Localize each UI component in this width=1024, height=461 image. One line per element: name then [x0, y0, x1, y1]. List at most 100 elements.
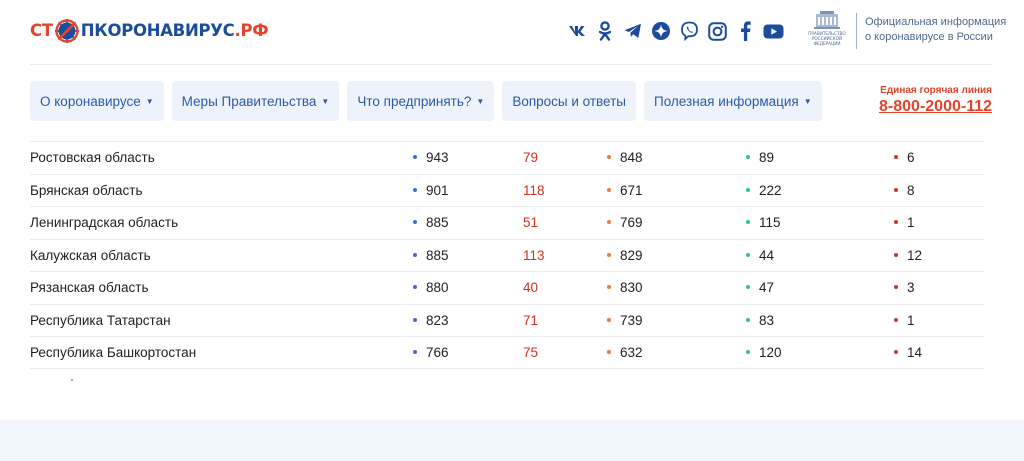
active-cases-dot-icon: [746, 350, 750, 355]
instagram-icon[interactable]: [706, 20, 728, 42]
chevron-down-icon: ▼: [145, 96, 154, 106]
footer-band: [0, 420, 1024, 461]
active-cases-value: 83: [759, 312, 775, 328]
social-links: [566, 20, 784, 42]
nav-item-label: Что предпринять?: [357, 93, 472, 109]
region-name: Калужская область: [30, 247, 151, 263]
active-cases-dot-icon: [746, 155, 750, 160]
svg-text:ФЕДЕРАЦИИ: ФЕДЕРАЦИИ: [813, 41, 840, 46]
nav-item-government-measures[interactable]: Меры Правительства ▼: [171, 81, 340, 121]
chevron-down-icon: ▼: [803, 96, 812, 106]
recovered-cell: 769: [607, 207, 643, 239]
chevron-down-icon: ▼: [476, 96, 485, 106]
active-cases-value: 47: [759, 280, 775, 295]
active-cases-value: 44: [759, 247, 775, 263]
deaths-dot-icon: [894, 317, 898, 322]
vk-icon[interactable]: [566, 20, 588, 42]
recovered-cell: 830: [607, 272, 643, 304]
total-cases-cell: 880: [413, 272, 449, 304]
viber-icon[interactable]: [678, 20, 700, 42]
nav-item-what-to-do[interactable]: Что предпринять? ▼: [347, 81, 495, 121]
site-header: СТ ПКОРОНАВИРУС .РФ ПРАВИТЕЛЬСТВО РОССИЙ…: [0, 0, 1024, 64]
recovered-value: 829: [620, 247, 643, 263]
total-cases-cell: 823: [413, 305, 449, 337]
new-cases-value: 118: [523, 182, 545, 198]
deaths-cell: 6: [894, 142, 915, 174]
recovered-dot-icon: [607, 285, 611, 290]
deaths-cell: 12: [894, 240, 922, 272]
youtube-icon[interactable]: [762, 20, 784, 42]
nav-item-label: Меры Правительства: [181, 93, 317, 109]
recovered-cell: 671: [607, 175, 643, 207]
total-cases-cell: 885: [413, 240, 449, 272]
recovered-dot-icon: [607, 317, 611, 322]
logo-rf-text: .РФ: [234, 21, 269, 40]
active-cases-cell: 83: [746, 305, 774, 337]
active-cases-dot-icon: [746, 285, 750, 290]
active-cases-cell: 222: [746, 175, 782, 207]
new-cases-value: 113: [523, 247, 545, 263]
deaths-value: 1: [907, 312, 915, 328]
recovered-dot-icon: [607, 350, 611, 355]
active-cases-cell: 47: [746, 272, 774, 304]
header-divider: [30, 64, 992, 65]
zen-icon[interactable]: [650, 20, 672, 42]
total-cases-dot-icon: [413, 155, 417, 160]
telegram-icon[interactable]: [622, 20, 644, 42]
deaths-dot-icon: [894, 252, 898, 257]
recovered-cell: 739: [607, 305, 643, 337]
table-row: Брянская область 901 118 671 222 8: [30, 173, 984, 207]
total-cases-dot-icon: [413, 252, 417, 257]
active-cases-value: 222: [759, 182, 782, 198]
recovered-cell: 829: [607, 240, 643, 272]
table-row: Республика Башкортостан 766 75 632 120 14: [30, 336, 984, 369]
active-cases-cell: 115: [746, 207, 781, 239]
total-cases-dot-icon: [413, 350, 417, 355]
site-logo[interactable]: СТ ПКОРОНАВИРУС .РФ: [30, 18, 269, 44]
gov-caption: Официальная информация о коронавирусе в …: [865, 15, 1006, 45]
recovered-cell: 848: [607, 142, 643, 174]
facebook-icon[interactable]: [734, 20, 756, 42]
active-cases-cell: 44: [746, 240, 774, 272]
active-cases-value: 115: [759, 215, 781, 230]
nav-item-about-coronavirus[interactable]: О коронавирусе ▼: [30, 81, 164, 121]
nav-item-useful-info[interactable]: Полезная информация ▼: [644, 81, 822, 121]
nav-item-label: О коронавирусе: [40, 93, 141, 109]
total-cases-value: 766: [426, 345, 449, 360]
table-row: Ленинградская область 885 51 769 115 1: [30, 206, 984, 239]
recovered-dot-icon: [607, 187, 611, 192]
hotline: Единая горячая линия 8-800-2000-112: [879, 85, 992, 117]
deaths-dot-icon: [894, 187, 898, 192]
nav-item-faq[interactable]: Вопросы и ответы: [502, 81, 637, 121]
gov-divider: [856, 13, 857, 49]
deaths-cell: 1: [894, 305, 915, 337]
odnoklassniki-icon[interactable]: [594, 20, 616, 42]
recovered-value: 769: [620, 215, 643, 230]
total-cases-value: 901: [426, 182, 449, 198]
new-cases-cell: 79: [523, 142, 538, 174]
hotline-phone-link[interactable]: 8-800-2000-112: [879, 97, 992, 117]
new-cases-value: 75: [523, 345, 539, 360]
new-cases-cell: 118: [523, 175, 545, 207]
total-cases-value: 885: [426, 247, 449, 263]
deaths-dot-icon: [894, 155, 898, 160]
table-row: Республика Татарстан 823 71 739 83 1: [30, 303, 984, 337]
active-cases-dot-icon: [746, 252, 750, 257]
total-cases-value: 823: [426, 312, 449, 328]
recovered-value: 671: [620, 182, 643, 198]
total-cases-value: 880: [426, 280, 449, 295]
region-name: Рязанская область: [30, 280, 149, 295]
recovered-cell: 632: [607, 337, 643, 369]
new-cases-value: 51: [523, 215, 539, 230]
new-cases-cell: 51: [523, 207, 538, 239]
logo-word-text: ПКОРОНАВИРУС: [80, 21, 235, 40]
deaths-dot-icon: [894, 220, 898, 225]
deaths-value: 12: [907, 247, 923, 263]
deaths-dot-icon: [894, 350, 898, 355]
total-cases-value: 943: [426, 150, 449, 165]
government-info-link[interactable]: ПРАВИТЕЛЬСТВО РОССИЙСКОЙ ФЕДЕРАЦИИ Офици…: [806, 10, 1006, 52]
total-cases-cell: 901: [413, 175, 449, 207]
table-row: Рязанская область 880 40 830 47 3: [30, 271, 984, 304]
new-cases-value: 79: [523, 150, 539, 165]
deaths-value: 8: [907, 182, 915, 198]
